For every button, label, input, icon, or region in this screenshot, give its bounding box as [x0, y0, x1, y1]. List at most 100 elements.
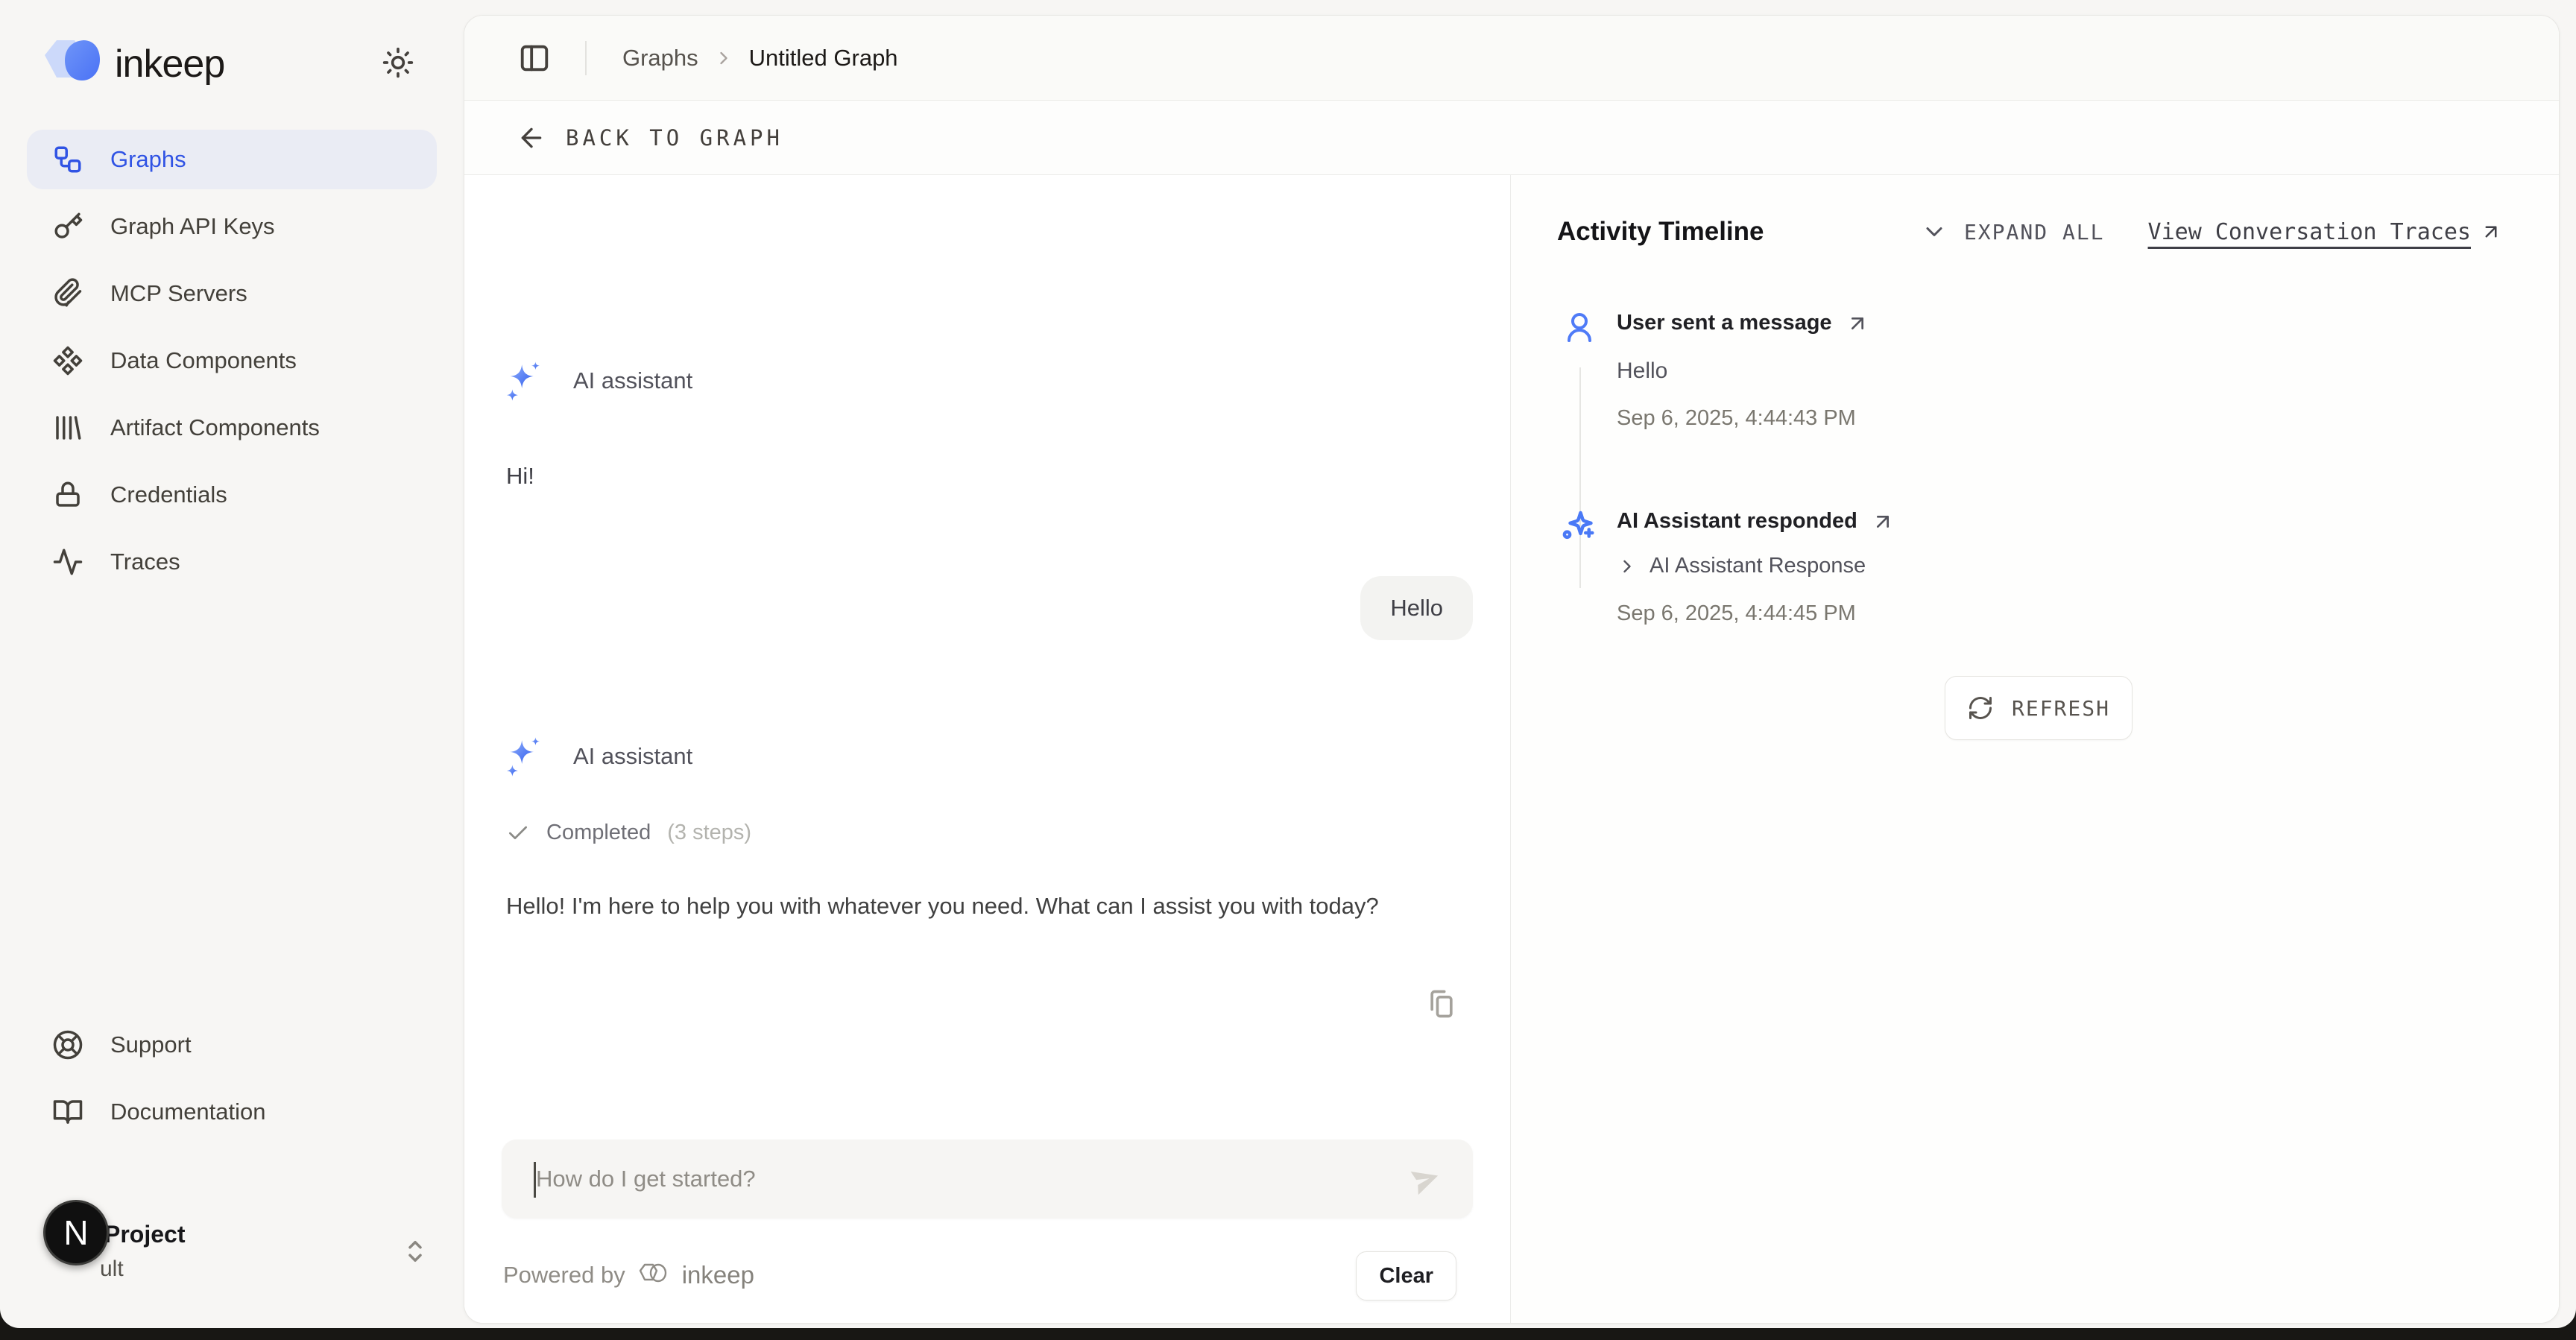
- badge-letter: N: [63, 1213, 88, 1253]
- project-name: Project: [104, 1221, 185, 1248]
- timeline-controls: EXPAND ALL View Conversation Traces: [1921, 218, 2502, 245]
- nextjs-dev-badge[interactable]: N: [43, 1200, 109, 1265]
- sidebar-item-label: Artifact Components: [110, 414, 320, 441]
- sidebar-item-label: Graph API Keys: [110, 213, 275, 240]
- expand-all-button[interactable]: EXPAND ALL: [1921, 218, 2105, 245]
- powered-by[interactable]: Powered by inkeep: [503, 1260, 754, 1290]
- timeline-event-title[interactable]: AI Assistant responded: [1617, 509, 1895, 534]
- header-divider: [585, 41, 587, 75]
- copy-icon: [1425, 987, 1458, 1020]
- event-timestamp: Sep 6, 2025, 4:44:45 PM: [1617, 601, 1856, 626]
- arrow-up-right-icon: [1871, 510, 1895, 534]
- sidebar-item-support[interactable]: Support: [27, 1015, 437, 1075]
- arrow-up-right-icon: [1846, 312, 1869, 335]
- assistant-message: Hello! I'm here to help you with whateve…: [506, 886, 1386, 926]
- sidebar: inkeep Graphs: [0, 0, 464, 1328]
- event-timestamp: Sep 6, 2025, 4:44:43 PM: [1617, 406, 1856, 431]
- refresh-label: REFRESH: [2012, 696, 2110, 721]
- chevron-right-icon: [713, 48, 734, 69]
- chevron-right-icon: [1617, 556, 1638, 577]
- timeline-connector: [1579, 367, 1581, 588]
- panel-left-icon: [517, 41, 552, 75]
- project-switcher[interactable]: Project ult N: [0, 1210, 464, 1307]
- powered-by-label: Powered by: [503, 1262, 625, 1289]
- bars-icon: [52, 412, 83, 443]
- ai-sparkle-icon: [503, 736, 545, 777]
- theme-toggle-button[interactable]: [379, 43, 417, 82]
- status-steps: (3 steps): [667, 821, 751, 845]
- expander-label: AI Assistant Response: [1650, 554, 1866, 578]
- screen: inkeep Graphs: [0, 0, 2576, 1340]
- breadcrumb-graphs[interactable]: Graphs: [622, 45, 698, 72]
- sidebar-item-traces[interactable]: Traces: [27, 532, 437, 592]
- card-header: Graphs Untitled Graph: [464, 16, 2559, 101]
- app-window: inkeep Graphs: [0, 0, 2576, 1328]
- activity-timeline-panel: Activity Timeline EXPAND ALL View Conver…: [1510, 175, 2559, 1323]
- user-icon: [1562, 309, 1597, 345]
- arrow-up-right-icon: [2480, 221, 2502, 243]
- sparkles-icon: [1557, 506, 1597, 546]
- chat-input[interactable]: [502, 1140, 1473, 1219]
- back-toolbar: BACK TO GRAPH: [464, 101, 2559, 175]
- completion-status[interactable]: Completed (3 steps): [506, 821, 751, 845]
- timeline-event-title[interactable]: User sent a message: [1617, 311, 1869, 335]
- sidebar-toggle-button[interactable]: [517, 40, 552, 76]
- sidebar-item-mcp-servers[interactable]: MCP Servers: [27, 264, 437, 323]
- lock-icon: [52, 479, 83, 511]
- sidebar-item-artifact-components[interactable]: Artifact Components: [27, 398, 437, 458]
- copy-button[interactable]: [1422, 985, 1461, 1023]
- sidebar-item-documentation[interactable]: Documentation: [27, 1082, 437, 1142]
- mcp-icon: [52, 278, 83, 309]
- refresh-icon: [1967, 695, 1994, 721]
- view-traces-label: View Conversation Traces: [2148, 219, 2471, 245]
- sun-icon: [382, 46, 414, 79]
- ai-assistant-name: AI assistant: [573, 367, 692, 394]
- clear-label: Clear: [1379, 1264, 1433, 1289]
- sidebar-item-graph-api-keys[interactable]: Graph API Keys: [27, 197, 437, 256]
- event-body: Hello: [1617, 358, 1667, 384]
- view-conversation-traces-link[interactable]: View Conversation Traces: [2148, 219, 2502, 245]
- inkeep-logo-icon: [39, 33, 104, 95]
- sidebar-footer-nav: Support Documentation: [27, 1015, 437, 1149]
- powered-brand: inkeep: [682, 1261, 754, 1289]
- card-body: AI assistant Hi! Hello AI assistant: [464, 175, 2559, 1323]
- refresh-button[interactable]: REFRESH: [1945, 676, 2133, 740]
- book-open-icon: [52, 1096, 83, 1128]
- key-icon: [52, 211, 83, 242]
- sidebar-item-credentials[interactable]: Credentials: [27, 465, 437, 525]
- send-button[interactable]: [1406, 1160, 1445, 1199]
- assistant-message: Hi!: [506, 463, 534, 490]
- sidebar-item-label: Documentation: [110, 1099, 266, 1125]
- logo[interactable]: inkeep: [39, 33, 224, 95]
- status-label: Completed: [546, 821, 651, 845]
- diamonds-icon: [52, 345, 83, 376]
- chat-input-field[interactable]: [536, 1140, 1216, 1219]
- sidebar-item-graphs[interactable]: Graphs: [27, 130, 437, 189]
- check-icon: [506, 821, 530, 845]
- chevron-down-icon: [1921, 218, 1948, 245]
- clear-button[interactable]: Clear: [1356, 1251, 1456, 1301]
- breadcrumb-current: Untitled Graph: [749, 45, 898, 72]
- activity-timeline-title: Activity Timeline: [1557, 217, 1764, 247]
- event-title: User sent a message: [1617, 311, 1832, 335]
- logo-wordmark: inkeep: [115, 42, 224, 86]
- project-subtitle: ult: [100, 1257, 124, 1282]
- back-to-graph-button[interactable]: BACK TO GRAPH: [517, 123, 783, 153]
- sidebar-item-label: Credentials: [110, 481, 227, 508]
- main-panel: Graphs Untitled Graph BACK TO GRAPH: [464, 15, 2560, 1324]
- sidebar-item-data-components[interactable]: Data Components: [27, 331, 437, 391]
- ai-message-header: AI assistant: [503, 360, 692, 402]
- back-to-graph-label: BACK TO GRAPH: [566, 125, 783, 151]
- workflow-icon: [52, 144, 83, 175]
- ai-assistant-name: AI assistant: [573, 743, 692, 770]
- chevrons-up-down-icon: [400, 1236, 431, 1267]
- ai-response-expander[interactable]: AI Assistant Response: [1617, 554, 1866, 578]
- activity-timeline-header: Activity Timeline EXPAND ALL View Conver…: [1557, 217, 2502, 247]
- event-title: AI Assistant responded: [1617, 509, 1857, 534]
- life-buoy-icon: [52, 1029, 83, 1061]
- arrow-left-icon: [517, 123, 546, 153]
- sidebar-item-label: Graphs: [110, 146, 186, 173]
- sidebar-item-label: Traces: [110, 549, 180, 575]
- ai-sparkle-icon: [503, 360, 545, 402]
- ai-message-header: AI assistant: [503, 736, 692, 777]
